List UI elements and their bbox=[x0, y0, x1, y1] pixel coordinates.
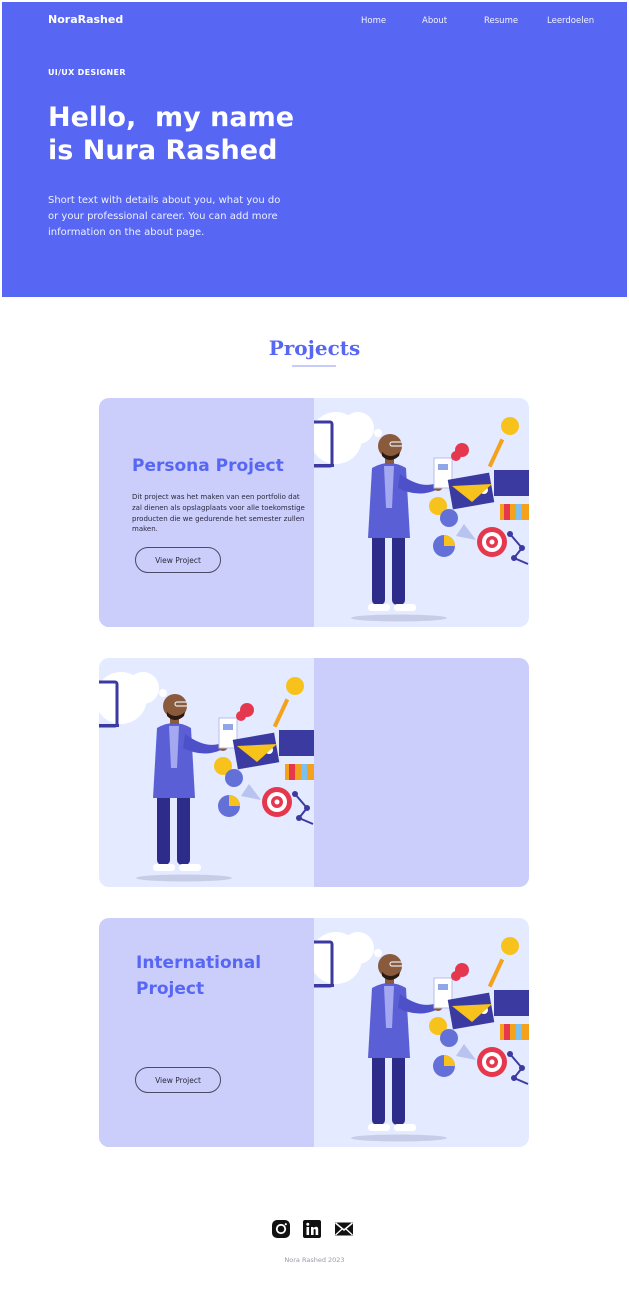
nav-leerdoelen-link[interactable]: Leerdoelen bbox=[547, 16, 594, 26]
projects-title: Projects bbox=[268, 336, 361, 360]
card-title-line-2: Project bbox=[136, 979, 205, 999]
nav-resume-link[interactable]: Resume bbox=[484, 16, 518, 26]
card-text-panel bbox=[314, 658, 529, 887]
project-card-international: International Project View Project bbox=[99, 918, 529, 1147]
footer-copyright: Nora Rashed 2023 bbox=[284, 1256, 345, 1264]
project-card-persona: Persona Project Dit project was het make… bbox=[99, 398, 529, 627]
nav-home-link[interactable]: Home bbox=[361, 16, 386, 26]
view-project-button[interactable]: View Project bbox=[135, 547, 221, 573]
card-title-line-1: International bbox=[136, 953, 262, 973]
project-card-2 bbox=[99, 658, 529, 887]
headline-line-1: Hello, my name bbox=[48, 102, 295, 133]
hero-headline: Hello, my name is Nura Rashed bbox=[48, 101, 348, 167]
instagram-icon[interactable] bbox=[271, 1219, 291, 1239]
card-title: Persona Project bbox=[132, 456, 284, 476]
nav-about-link[interactable]: About bbox=[422, 16, 447, 26]
hero-intro: Short text with details about you, what … bbox=[48, 195, 281, 238]
title-underline bbox=[292, 365, 336, 367]
view-project-button[interactable]: View Project bbox=[135, 1067, 221, 1093]
designer-illustration bbox=[314, 410, 529, 623]
role-tag: UI/UX DESIGNER bbox=[48, 68, 126, 77]
linkedin-icon[interactable] bbox=[302, 1219, 322, 1239]
card-title: International Project bbox=[136, 950, 261, 1002]
designer-illustration bbox=[314, 930, 529, 1143]
headline-line-2: is Nura Rashed bbox=[48, 135, 278, 166]
card-description: Dit project was het maken van een portfo… bbox=[132, 493, 305, 534]
site-logo[interactable]: NoraRashed bbox=[48, 13, 123, 26]
hero-section: NoraRashed Home About Resume Leerdoelen … bbox=[2, 2, 627, 297]
designer-illustration bbox=[99, 670, 314, 883]
mail-icon[interactable] bbox=[334, 1219, 354, 1239]
